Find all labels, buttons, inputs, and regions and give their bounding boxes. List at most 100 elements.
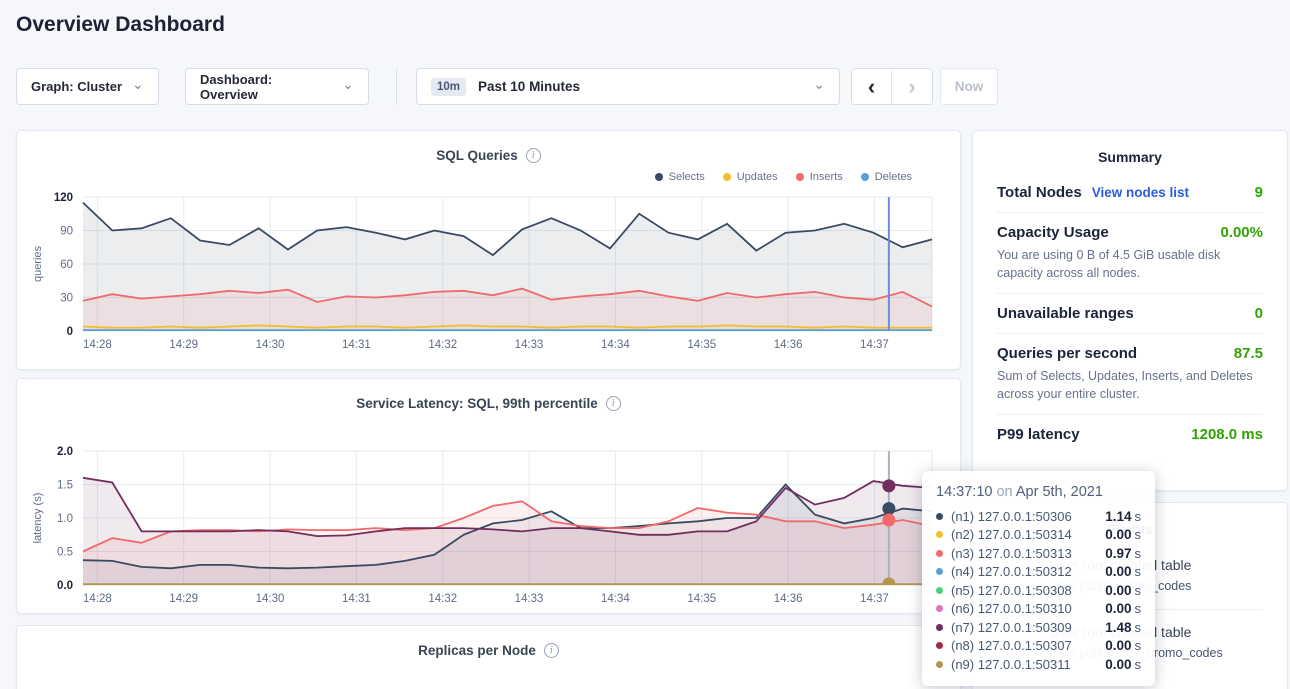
legend-item: Inserts [796,171,843,183]
summary-value: 0 [1255,305,1263,322]
svg-text:14:30: 14:30 [256,593,285,605]
tooltip-series-value: 0.00 [1105,657,1131,672]
summary-label: Capacity Usage [997,224,1109,241]
chart-legend: SelectsUpdatesInsertsDeletes [17,167,960,187]
chart-title: Replicas per Node [418,643,536,658]
tooltip-series-label: (n4) 127.0.0.1:50312 [951,564,1072,579]
summary-label: Queries per second [997,345,1137,362]
svg-text:14:37: 14:37 [860,593,889,605]
svg-text:14:37: 14:37 [860,339,889,351]
svg-text:latency (s): latency (s) [32,493,44,544]
summary-row: P99 latency 1208.0 ms [997,414,1263,454]
tooltip-row: (n4) 127.0.0.1:50312 0.00 s [936,563,1141,582]
graph-dropdown[interactable]: Graph: Cluster ⌄ [16,68,159,105]
tooltip-series-dot [936,605,943,612]
summary-label: P99 latency [997,426,1080,443]
tooltip-series-value: 0.97 [1105,546,1131,561]
tooltip-series-unit: s [1135,527,1142,542]
chart-title: SQL Queries [436,148,518,163]
legend-label: Inserts [810,171,843,183]
tooltip-series-dot [936,531,943,538]
svg-text:14:32: 14:32 [428,593,457,605]
legend-swatch [861,173,869,181]
summary-row: Total Nodes View nodes list 9 [997,173,1263,212]
svg-text:14:29: 14:29 [169,339,198,351]
summary-label: Total Nodes [997,184,1082,201]
svg-text:14:31: 14:31 [342,339,371,351]
tooltip-series-unit: s [1135,638,1142,653]
service-latency-chart[interactable]: 0.00.51.01.52.014:2814:2914:3014:3114:32… [17,443,960,616]
hover-tooltip: 14:37:10 on Apr 5th, 2021 (n1) 127.0.0.1… [922,471,1155,686]
svg-text:120: 120 [54,192,73,204]
now-button[interactable]: Now [940,68,998,105]
summary-row-header: P99 latency 1208.0 ms [997,426,1263,443]
tooltip-row: (n8) 127.0.0.1:503070.00s [936,637,1141,656]
legend-label: Updates [737,171,778,183]
summary-description: You are using 0 B of 4.5 GiB usable disk… [997,247,1263,282]
info-icon[interactable]: i [526,148,541,163]
tooltip-date: Apr 5th, 2021 [1016,484,1103,500]
tooltip-timestamp: 14:37:10 on Apr 5th, 2021 [936,484,1141,500]
service-latency-panel: Service Latency: SQL, 99th percentile i … [16,378,961,614]
controls-divider [396,68,397,105]
summary-label: Unavailable ranges [997,305,1134,322]
legend-item: Updates [723,171,778,183]
summary-value: 9 [1255,184,1263,201]
svg-text:14:29: 14:29 [169,593,198,605]
prev-range-button[interactable]: ‹ [852,69,892,104]
tooltip-series-value: 0.00 [1105,601,1131,616]
time-step-buttons: ‹ › [851,68,933,105]
time-range-badge: 10m [431,78,466,96]
tooltip-series-label: (n2) 127.0.0.1:50314 [951,527,1072,542]
info-icon[interactable]: i [544,643,559,658]
tooltip-row: (n9) 127.0.0.1:503110.00s [936,655,1141,674]
svg-text:14:33: 14:33 [515,593,544,605]
svg-text:30: 30 [60,293,73,305]
graph-dropdown-label: Graph: Cluster [31,79,122,94]
tooltip-series-unit: s [1135,546,1142,561]
tooltip-series-value: 0.00 [1105,564,1131,579]
svg-text:14:33: 14:33 [515,339,544,351]
legend-item: Selects [655,171,705,183]
svg-text:0: 0 [67,326,73,338]
svg-text:14:32: 14:32 [428,339,457,351]
time-range-selector[interactable]: 10m Past 10 Minutes ⌄ [416,68,840,105]
dashboard-dropdown[interactable]: Dashboard: Overview ⌄ [185,68,369,105]
tooltip-row: (n3) 127.0.0.1:50313 0.97 s [936,544,1141,563]
summary-row-header: Queries per second 87.5 [997,345,1263,362]
svg-text:0.0: 0.0 [57,580,73,592]
tooltip-series-unit: s [1135,564,1142,579]
tooltip-row: (n6) 127.0.0.1:503100.00s [936,600,1141,619]
svg-text:14:36: 14:36 [774,593,803,605]
svg-text:14:36: 14:36 [774,339,803,351]
summary-value: 87.5 [1234,345,1263,362]
tooltip-series-label: (n5) 127.0.0.1:50308 [951,583,1072,598]
summary-link[interactable]: View nodes list [1092,185,1189,200]
tooltip-series-label: (n3) 127.0.0.1:50313 [951,546,1072,561]
tooltip-series-value: 1.48 [1105,620,1131,635]
tooltip-series-dot [936,642,943,649]
tooltip-series-dot [936,513,943,520]
legend-label: Selects [669,171,705,183]
tooltip-time: 14:37:10 [936,484,992,500]
tooltip-connector: on [996,484,1012,500]
tooltip-series-dot [936,661,943,668]
replicas-per-node-panel: Replicas per Node i [16,625,961,689]
chevron-right-icon: › [908,74,915,100]
svg-text:1.0: 1.0 [57,513,73,525]
tooltip-series-label: (n7) 127.0.0.1:50309 [951,620,1072,635]
svg-text:queries: queries [32,245,44,282]
tooltip-row: (n1) 127.0.0.1:503061.14s [936,507,1141,526]
summary-panel: Summary Total NodesView nodes list9Capac… [972,130,1288,491]
tooltip-series-unit: s [1135,601,1142,616]
svg-text:14:34: 14:34 [601,593,630,605]
sql-queries-chart[interactable]: 030609012014:2814:2914:3014:3114:3214:33… [17,189,960,362]
sql-queries-panel: SQL Queries i SelectsUpdatesInsertsDelet… [16,130,961,370]
chevron-left-icon: ‹ [868,74,875,100]
next-range-button[interactable]: › [892,69,932,104]
info-icon[interactable]: i [606,396,621,411]
summary-value: 1208.0 ms [1191,426,1263,443]
summary-row-header: Capacity Usage0.00% [997,224,1263,241]
legend-swatch [796,173,804,181]
svg-text:0.5: 0.5 [57,547,73,559]
